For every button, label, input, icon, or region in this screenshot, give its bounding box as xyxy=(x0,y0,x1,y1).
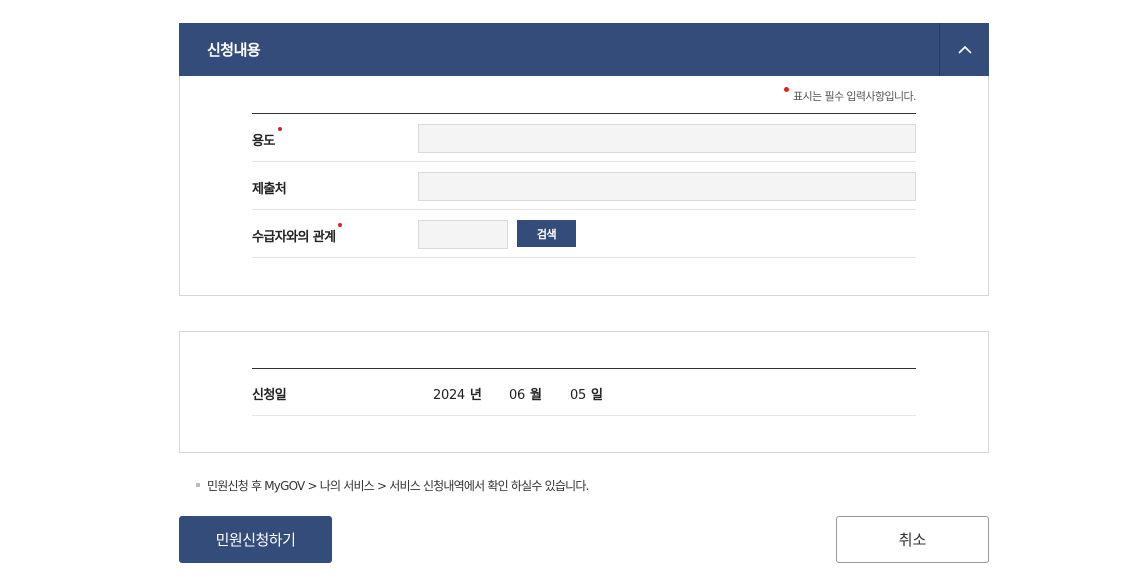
purpose-label: 용도 xyxy=(252,127,282,149)
required-marker-icon xyxy=(277,127,282,131)
required-marker-icon xyxy=(338,223,343,227)
required-marker-icon xyxy=(784,87,789,92)
application-date-table: 신청일 2024 년 06 월 05 일 xyxy=(252,368,916,416)
application-date-day: 05 일 xyxy=(570,388,603,403)
recipient-label: 제출처 xyxy=(252,182,287,197)
application-details-header: 신청내용 xyxy=(179,23,989,76)
bullet-icon xyxy=(196,483,200,487)
panel-title: 신청내용 xyxy=(207,41,261,59)
form-row-purpose: 용도 xyxy=(252,114,916,162)
recipient-input[interactable] xyxy=(418,172,916,201)
form-row-recipient: 제출처 xyxy=(252,162,916,210)
cancel-button[interactable]: 취소 xyxy=(836,516,989,563)
application-date-year: 2024 년 xyxy=(433,388,482,403)
notice-text: 민원신청 후 MyGOV > 나의 서비스 > 서비스 신청내역에서 확인 하실… xyxy=(196,477,589,494)
chevron-up-icon xyxy=(957,45,972,54)
application-date-panel: 신청일 2024 년 06 월 05 일 xyxy=(179,331,989,453)
application-date-label: 신청일 xyxy=(252,388,287,403)
submit-application-button[interactable]: 민원신청하기 xyxy=(179,516,332,563)
application-date-month: 06 월 xyxy=(509,388,542,403)
relationship-search-button[interactable]: 검색 xyxy=(517,220,576,247)
form-row-relationship: 수급자와의 관계 검색 xyxy=(252,210,916,258)
form-row-application-date: 신청일 2024 년 06 월 05 일 xyxy=(252,369,916,416)
collapse-button[interactable] xyxy=(939,23,989,76)
application-form: 용도 제출처 수급자와의 관계 검색 xyxy=(252,113,916,258)
required-note: 표시는 필수 입력사항입니다. xyxy=(784,87,917,104)
application-details-body: 표시는 필수 입력사항입니다. 용도 제출처 수급자와의 관계 검색 xyxy=(179,76,989,296)
relationship-label: 수급자와의 관계 xyxy=(252,223,343,245)
relationship-input[interactable] xyxy=(418,220,508,249)
purpose-input[interactable] xyxy=(418,124,916,153)
